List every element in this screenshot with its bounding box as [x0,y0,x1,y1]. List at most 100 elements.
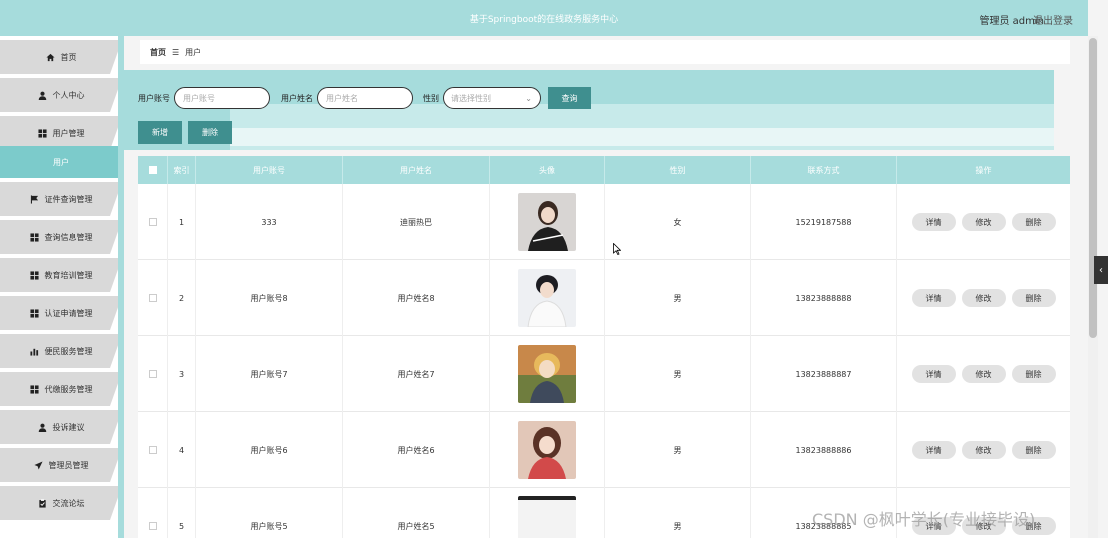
sidebar-item-certificate-query[interactable]: 证件查询管理 [0,182,122,216]
flag-icon [30,194,39,204]
row-checkbox[interactable] [148,522,157,530]
grid-icon [29,232,39,242]
cell-name: 迪丽热巴 [343,184,490,260]
cell-phone: 13823888887 [751,336,897,412]
watermark: CSDN @枫叶学长(专业接毕设) [812,510,1036,529]
user-table: 索引 用户账号 用户姓名 头像 性别 联系方式 操作 1 333 迪丽热巴 女 … [138,156,1070,538]
cell-phone: 15219187588 [751,184,897,260]
cell-account: 用户账号6 [196,412,343,488]
cell-index: 2 [168,260,196,336]
sidebar-item-complaints[interactable]: 投诉建议 [0,410,122,444]
mouse-cursor-icon [613,243,621,255]
sidebar-item-certification-application[interactable]: 认证申请管理 [0,296,122,330]
chevron-left-icon[interactable]: ‹ [1094,256,1108,284]
cell-avatar [490,336,605,412]
cell-index: 1 [168,184,196,260]
table-row: 3 用户账号7 用户姓名7 男 13823888887 详情 修改 删除 [138,336,1070,412]
cell-index: 3 [168,336,196,412]
breadcrumb-home[interactable]: 首页 [150,47,166,58]
send-icon [33,460,43,470]
bar-chart-icon [29,347,39,356]
sidebar-item-label: 教育培训管理 [44,270,93,280]
edit-button[interactable]: 修改 [961,289,1006,307]
edit-button[interactable]: 修改 [961,441,1006,459]
row-checkbox[interactable] [148,294,157,302]
header-name: 用户姓名 [343,156,490,184]
scrollbar-thumb[interactable] [1089,38,1097,338]
row-checkbox[interactable] [148,370,157,378]
cell-gender: 男 [605,412,751,488]
delete-button[interactable]: 删除 [1011,289,1056,307]
cell-name: 用户姓名8 [343,260,490,336]
sidebar-item-payment-service[interactable]: 代缴服务管理 [0,372,122,406]
select-all-checkbox[interactable] [148,166,157,174]
cell-avatar [490,412,605,488]
avatar [518,193,576,251]
row-checkbox-cell [138,336,168,412]
cell-actions: 详情 修改 删除 [897,184,1070,260]
delete-button[interactable]: 删除 [1011,213,1056,231]
sidebar-item-education-training[interactable]: 教育培训管理 [0,258,122,292]
sidebar-item-label: 认证申请管理 [44,308,93,318]
home-icon [45,53,55,62]
row-checkbox[interactable] [148,446,157,454]
gender-select[interactable]: 请选择性别 ⌄ [443,87,541,109]
cell-account: 333 [196,184,343,260]
edit-button[interactable]: 修改 [961,365,1006,383]
delete-button[interactable]: 删除 [1011,365,1056,383]
edit-button[interactable]: 修改 [961,213,1006,231]
cell-account: 用户账号7 [196,336,343,412]
query-button[interactable]: 查询 [548,87,591,109]
cell-actions: 详情 修改 删除 [897,260,1070,336]
breadcrumb-current: 用户 [185,47,202,57]
sidebar-item-convenience-service[interactable]: 便民服务管理 [0,334,122,368]
sidebar-item-forum[interactable]: 交流论坛 [0,486,122,520]
sidebar-item-home[interactable]: 首页 [0,40,122,74]
header-avatar: 头像 [490,156,605,184]
cell-name: 用户姓名5 [343,488,490,538]
delete-button[interactable]: 删除 [1011,441,1056,459]
row-checkbox-cell [138,488,168,538]
avatar [518,421,576,479]
top-bar: 基于Springboot的在线政务服务中心 管理员 admin 退出登录 [0,0,1088,36]
grid-icon [29,270,39,280]
user-icon [38,423,47,432]
cell-gender: 女 [605,184,751,260]
detail-button[interactable]: 详情 [911,441,956,459]
sidebar-item-user-management[interactable]: 用户管理 [0,116,122,150]
add-button[interactable]: 新增 [138,121,182,144]
cell-phone: 13823888888 [751,260,897,336]
cell-index: 4 [168,412,196,488]
page-scrollbar[interactable] [1088,36,1098,538]
sidebar-item-users[interactable]: 用户 [0,146,122,178]
detail-button[interactable]: 详情 [911,213,956,231]
header-gender: 性别 [605,156,751,184]
app-title: 基于Springboot的在线政务服务中心 [469,15,619,25]
row-checkbox-cell [138,412,168,488]
cell-account: 用户账号8 [196,260,343,336]
cell-phone: 13823888886 [751,412,897,488]
sidebar-item-label: 查询信息管理 [44,232,93,242]
breadcrumb: 首页 ☰ 用户 [140,40,1070,64]
sidebar-item-label: 便民服务管理 [44,346,93,356]
sidebar-item-query-info[interactable]: 查询信息管理 [0,220,122,254]
account-input[interactable]: 用户账号 [174,87,270,109]
sidebar-item-label: 交流论坛 [52,498,85,508]
table-row: 1 333 迪丽热巴 女 15219187588 详情 修改 删除 [138,184,1070,260]
name-input[interactable]: 用户姓名 [317,87,413,109]
name-search-group: 用户姓名 用户姓名 [281,86,413,110]
detail-button[interactable]: 详情 [911,365,956,383]
cell-name: 用户姓名6 [343,412,490,488]
sidebar-item-admin-management[interactable]: 管理员管理 [0,448,122,482]
sidebar-item-label: 投诉建议 [52,422,85,432]
cell-actions: 详情 修改 删除 [897,412,1070,488]
logout-link[interactable]: 退出登录 [1033,12,1073,27]
sidebar-item-profile[interactable]: 个人中心 [0,78,122,112]
account-search-group: 用户账号 用户账号 [138,86,270,110]
sidebar-item-label: 用户 [53,157,69,167]
sidebar-item-label: 个人中心 [52,90,85,100]
batch-delete-button[interactable]: 删除 [188,121,232,144]
row-checkbox[interactable] [148,218,157,226]
detail-button[interactable]: 详情 [911,289,956,307]
cell-gender: 男 [605,336,751,412]
